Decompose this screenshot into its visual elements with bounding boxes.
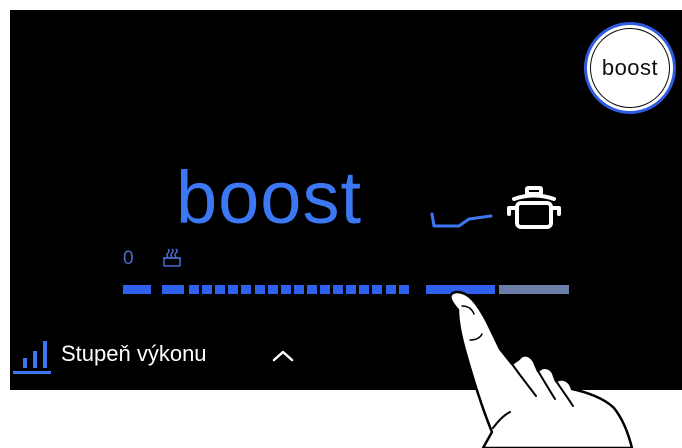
slider-segment[interactable]	[293, 285, 304, 294]
slider-segment[interactable]	[254, 285, 265, 294]
slider-segment[interactable]	[333, 285, 344, 294]
slider-segment[interactable]	[320, 285, 330, 294]
slider-segment[interactable]	[426, 285, 495, 294]
power-level-slider[interactable]	[0, 0, 682, 448]
slider-segment[interactable]	[228, 285, 239, 294]
slider-segment[interactable]	[385, 285, 396, 294]
power-level-label[interactable]: Stupeň výkonu	[61, 341, 207, 367]
slider-segment[interactable]	[372, 285, 383, 294]
slider-segment[interactable]	[499, 285, 569, 294]
slider-segment[interactable]	[241, 285, 252, 294]
slider-segment[interactable]	[202, 285, 213, 294]
slider-segment[interactable]	[280, 285, 291, 294]
slider-segment[interactable]	[267, 285, 278, 294]
slider-segment[interactable]	[398, 285, 409, 294]
slider-segment[interactable]	[306, 285, 317, 294]
chevron-up-icon[interactable]	[272, 349, 294, 363]
slider-segment[interactable]	[189, 285, 199, 294]
bar-chart-icon[interactable]	[12, 338, 52, 376]
slider-segment[interactable]	[215, 285, 226, 294]
slider-segment[interactable]	[359, 285, 370, 294]
slider-segment[interactable]	[162, 285, 184, 294]
slider-segment[interactable]	[346, 285, 357, 294]
slider-segment[interactable]	[123, 285, 151, 294]
